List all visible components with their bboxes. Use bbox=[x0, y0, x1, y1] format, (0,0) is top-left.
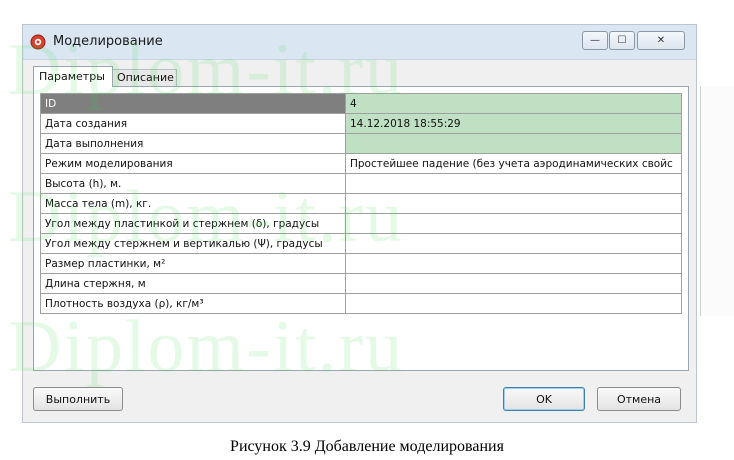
close-icon: ✕ bbox=[656, 35, 666, 46]
maximize-icon: ☐ bbox=[617, 35, 627, 46]
grid-row-mode[interactable]: Режим моделирования Простейшее падение (… bbox=[40, 153, 682, 174]
grid-row-plate-size[interactable]: Размер пластинки, м² bbox=[40, 253, 682, 274]
tab-parameters-label: Параметры bbox=[39, 70, 105, 83]
modeling-dialog: Моделирование — ☐ ✕ Параметры Описание I… bbox=[22, 24, 697, 423]
minimize-icon: — bbox=[590, 35, 600, 46]
grid-cell-value[interactable] bbox=[345, 293, 682, 314]
grid-cell-value[interactable] bbox=[345, 193, 682, 214]
grid-row-height[interactable]: Высота (h), м. bbox=[40, 173, 682, 194]
grid-row-id[interactable]: ID 4 bbox=[40, 93, 682, 114]
background-window-edge bbox=[700, 86, 734, 316]
grid-cell-label: ID bbox=[40, 93, 346, 114]
grid-cell-label: Дата выполнения bbox=[40, 133, 346, 154]
grid-cell-label: Размер пластинки, м² bbox=[40, 253, 346, 274]
grid-cell-value[interactable] bbox=[345, 273, 682, 294]
minimize-button[interactable]: — bbox=[582, 31, 608, 50]
window-title: Моделирование bbox=[53, 34, 163, 49]
grid-row-executed[interactable]: Дата выполнения bbox=[40, 133, 682, 154]
grid-cell-label: Угол между пластинкой и стержнем (δ), гр… bbox=[40, 213, 346, 234]
grid-row-rod-vertical-angle[interactable]: Угол между стержнем и вертикалью (Ψ), гр… bbox=[40, 233, 682, 254]
grid-cell-value[interactable]: Простейшее падение (без учета аэродинами… bbox=[345, 153, 682, 174]
grid-cell-value[interactable]: 14.12.2018 18:55:29 bbox=[345, 113, 682, 134]
grid-cell-label: Режим моделирования bbox=[40, 153, 346, 174]
grid-cell-value[interactable] bbox=[345, 133, 682, 154]
maximize-button[interactable]: ☐ bbox=[609, 31, 635, 50]
app-icon bbox=[30, 34, 46, 50]
tab-parameters[interactable]: Параметры bbox=[33, 66, 113, 87]
grid-row-plate-rod-angle[interactable]: Угол между пластинкой и стержнем (δ), гр… bbox=[40, 213, 682, 234]
ok-button[interactable]: OK bbox=[503, 387, 585, 411]
grid-cell-value[interactable]: 4 bbox=[345, 93, 682, 114]
grid-cell-label: Высота (h), м. bbox=[40, 173, 346, 194]
title-bar: Моделирование — ☐ ✕ bbox=[23, 25, 696, 60]
grid-cell-label: Масса тела (m), кг. bbox=[40, 193, 346, 214]
figure-caption: Рисунок 3.9 Добавление моделирования bbox=[230, 438, 504, 455]
parameters-panel: ID 4 Дата создания 14.12.2018 18:55:29 Д… bbox=[33, 86, 689, 371]
grid-row-rod-length[interactable]: Длина стержня, м bbox=[40, 273, 682, 294]
grid-row-created[interactable]: Дата создания 14.12.2018 18:55:29 bbox=[40, 113, 682, 134]
grid-cell-label: Плотность воздуха (ρ), кг/м³ bbox=[40, 293, 346, 314]
grid-cell-label: Длина стержня, м bbox=[40, 273, 346, 294]
grid-row-mass[interactable]: Масса тела (m), кг. bbox=[40, 193, 682, 214]
grid-cell-value[interactable] bbox=[345, 233, 682, 254]
grid-cell-value[interactable] bbox=[345, 173, 682, 194]
grid-cell-label: Угол между стержнем и вертикалью (Ψ), гр… bbox=[40, 233, 346, 254]
parameters-grid: ID 4 Дата создания 14.12.2018 18:55:29 Д… bbox=[40, 93, 682, 314]
grid-row-air-density[interactable]: Плотность воздуха (ρ), кг/м³ bbox=[40, 293, 682, 314]
tab-description[interactable]: Описание bbox=[112, 69, 177, 87]
grid-cell-label: Дата создания bbox=[40, 113, 346, 134]
close-button[interactable]: ✕ bbox=[637, 31, 685, 50]
grid-cell-value[interactable] bbox=[345, 213, 682, 234]
tab-description-label: Описание bbox=[117, 71, 174, 84]
grid-cell-value[interactable] bbox=[345, 253, 682, 274]
cancel-button[interactable]: Отмена bbox=[597, 387, 681, 411]
execute-button[interactable]: Выполнить bbox=[33, 387, 123, 411]
